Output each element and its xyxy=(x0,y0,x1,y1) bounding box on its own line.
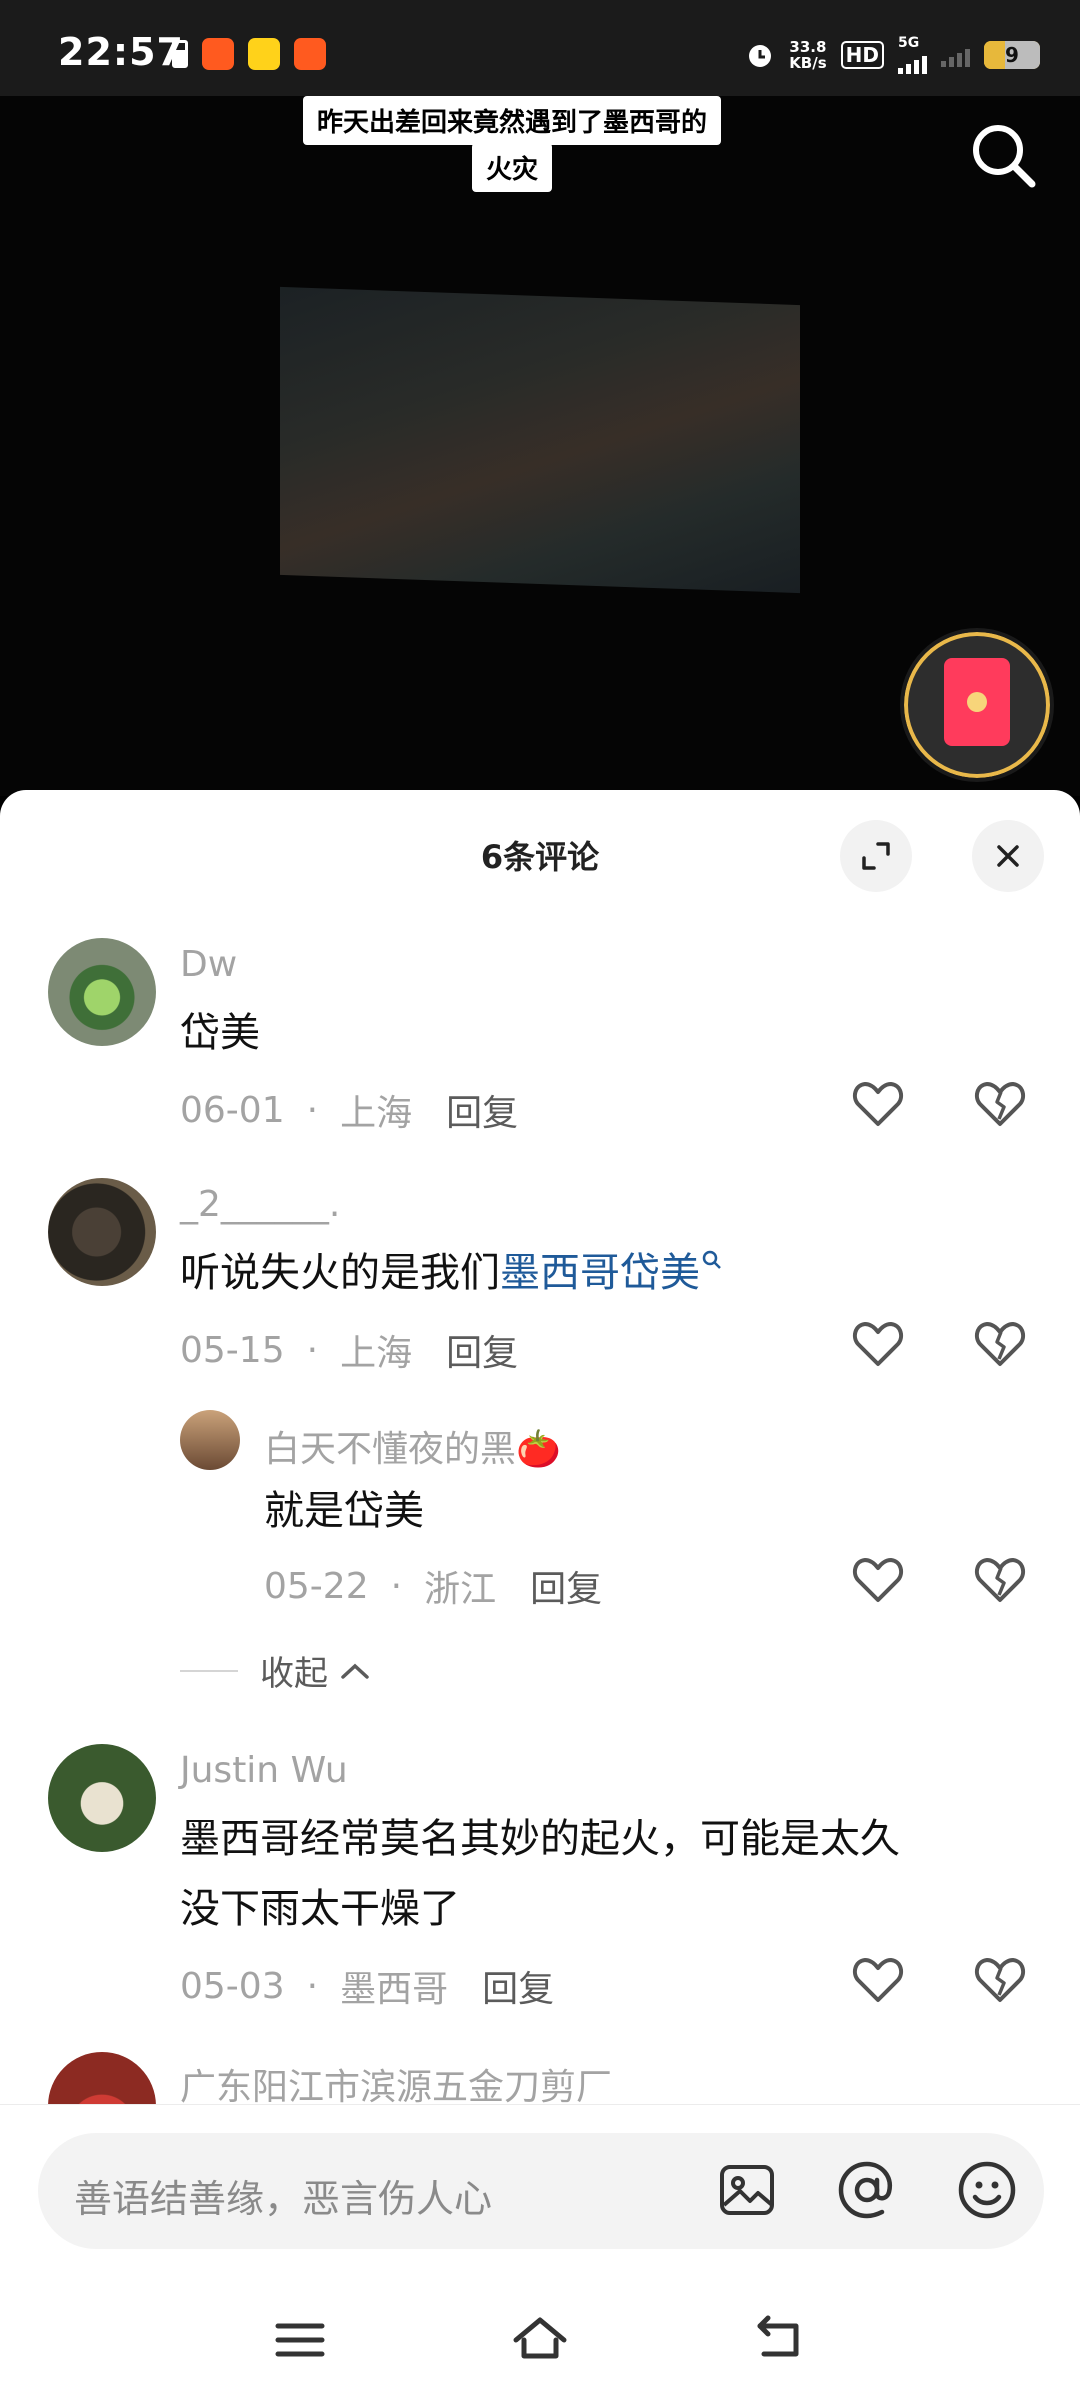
comment-username[interactable]: 广东阳江市滨源五金刀剪厂 xyxy=(180,2058,612,2110)
separator-dot: · xyxy=(306,1089,319,1131)
menu-icon[interactable] xyxy=(270,2310,330,2370)
at-icon[interactable] xyxy=(834,2157,900,2223)
collapse-label: 收起 xyxy=(260,1654,328,1694)
video-caption: 昨天出差回来竟然遇到了墨西哥的 火灾 xyxy=(280,96,744,192)
comment-text: 岱美 xyxy=(180,1010,260,1056)
comment-meta: 05-22 · 浙江 回复 xyxy=(264,1560,602,1612)
red-packet-button[interactable] xyxy=(900,628,1054,782)
search-link[interactable]: 墨西哥岱美 xyxy=(500,1250,700,1296)
signal-2-icon xyxy=(941,43,970,67)
comment-input-bar: 善语结善缘，恶言伤人心 xyxy=(0,2104,1080,2275)
status-left-icons xyxy=(172,38,326,70)
back-icon[interactable] xyxy=(750,2310,810,2370)
system-navigation-bar xyxy=(0,2274,1080,2400)
avatar[interactable] xyxy=(48,1178,156,1286)
separator-dot: · xyxy=(390,1565,403,1607)
status-bar: 22:57 33.8 KB/s HD 5G 9 xyxy=(0,0,1080,96)
comment-meta: 06-01 · 上海 回复 xyxy=(180,1084,518,1136)
comment-meta: 05-03 · 墨西哥 回复 xyxy=(180,1960,554,2012)
comment-location: 墨西哥 xyxy=(340,1969,449,2010)
avatar[interactable] xyxy=(180,1410,240,1470)
heart-icon[interactable] xyxy=(852,1320,904,1368)
app-notification-icon xyxy=(294,38,326,70)
heart-icon[interactable] xyxy=(852,1080,904,1128)
collapse-replies-button[interactable]: 收起 xyxy=(180,1646,372,1695)
broken-heart-icon[interactable] xyxy=(974,1080,1026,1128)
net-speed: 33.8 KB/s xyxy=(789,38,827,72)
video-player[interactable]: 昨天出差回来竟然遇到了墨西哥的 火灾 xyxy=(0,96,1080,796)
emoji-icon[interactable] xyxy=(954,2157,1020,2223)
battery-icon: 9 xyxy=(984,41,1040,69)
comment-count-title: 6条评论 xyxy=(480,838,600,876)
status-time: 22:57 xyxy=(58,30,184,74)
separator-dot: · xyxy=(306,1965,319,2007)
broken-heart-icon[interactable] xyxy=(974,1956,1026,2004)
caption-line-1: 昨天出差回来竟然遇到了墨西哥的 xyxy=(302,96,721,145)
separator-dot: · xyxy=(306,1329,319,1371)
alarm-icon xyxy=(749,45,772,67)
comment-input[interactable]: 善语结善缘，恶言伤人心 xyxy=(38,2133,1044,2249)
video-frame xyxy=(280,286,800,594)
reply-button[interactable]: 回复 xyxy=(446,1084,518,1136)
comment-text: 听说失火的是我们墨西哥岱美 xyxy=(180,1238,724,1308)
coin-icon xyxy=(967,692,987,712)
heart-icon[interactable] xyxy=(852,1956,904,2004)
comment-text: 就是岱美 xyxy=(264,1488,424,1534)
expand-icon xyxy=(862,842,890,870)
reply-button[interactable]: 回复 xyxy=(446,1324,518,1376)
comment-date: 05-15 xyxy=(180,1329,285,1371)
app-notification-icon xyxy=(248,38,280,70)
app-notification-icon xyxy=(202,38,234,70)
avatar[interactable] xyxy=(48,1744,156,1852)
home-icon[interactable] xyxy=(510,2310,570,2370)
signal-icon xyxy=(898,50,927,74)
comment-date: 06-01 xyxy=(180,1089,285,1131)
expand-button[interactable] xyxy=(840,820,912,892)
comment-location: 浙江 xyxy=(424,1569,497,1610)
search-icon[interactable] xyxy=(964,116,1044,196)
image-icon[interactable] xyxy=(714,2157,780,2223)
status-right-icons: 33.8 KB/s HD 5G 9 xyxy=(745,36,1040,74)
reply-button[interactable]: 回复 xyxy=(530,1560,602,1612)
comment-username[interactable]: 白天不懂夜的黑🍅 xyxy=(264,1420,561,1472)
hd-badge: HD xyxy=(840,41,884,69)
avatar[interactable] xyxy=(48,938,156,1046)
heart-icon[interactable] xyxy=(852,1556,904,1604)
comment-location: 上海 xyxy=(340,1093,413,1134)
comment-input-placeholder: 善语结善缘，恶言伤人心 xyxy=(74,2177,493,2221)
caption-line-2: 火灾 xyxy=(471,143,552,192)
divider xyxy=(180,1669,238,1672)
close-button[interactable] xyxy=(972,820,1044,892)
comment-username[interactable]: _2______. xyxy=(180,1184,340,1225)
comment-location: 上海 xyxy=(340,1333,413,1374)
comment-text: 墨西哥经常莫名其妙的起火，可能是太久 没下雨太干燥了 xyxy=(180,1816,900,1932)
close-icon xyxy=(997,845,1019,867)
network-type: 5G xyxy=(898,35,920,51)
reply-button[interactable]: 回复 xyxy=(482,1960,554,2012)
broken-heart-icon[interactable] xyxy=(974,1556,1026,1604)
broken-heart-icon[interactable] xyxy=(974,1320,1026,1368)
comment-meta: 05-15 · 上海 回复 xyxy=(180,1324,518,1376)
comment-date: 05-22 xyxy=(264,1565,369,1607)
comment-username[interactable]: Justin Wu xyxy=(180,1750,348,1791)
comment-date: 05-03 xyxy=(180,1965,285,2007)
battery-small-icon xyxy=(172,40,188,68)
search-icon[interactable] xyxy=(700,1248,724,1272)
chevron-up-icon xyxy=(341,1663,369,1679)
comment-username[interactable]: Dw xyxy=(180,944,237,985)
